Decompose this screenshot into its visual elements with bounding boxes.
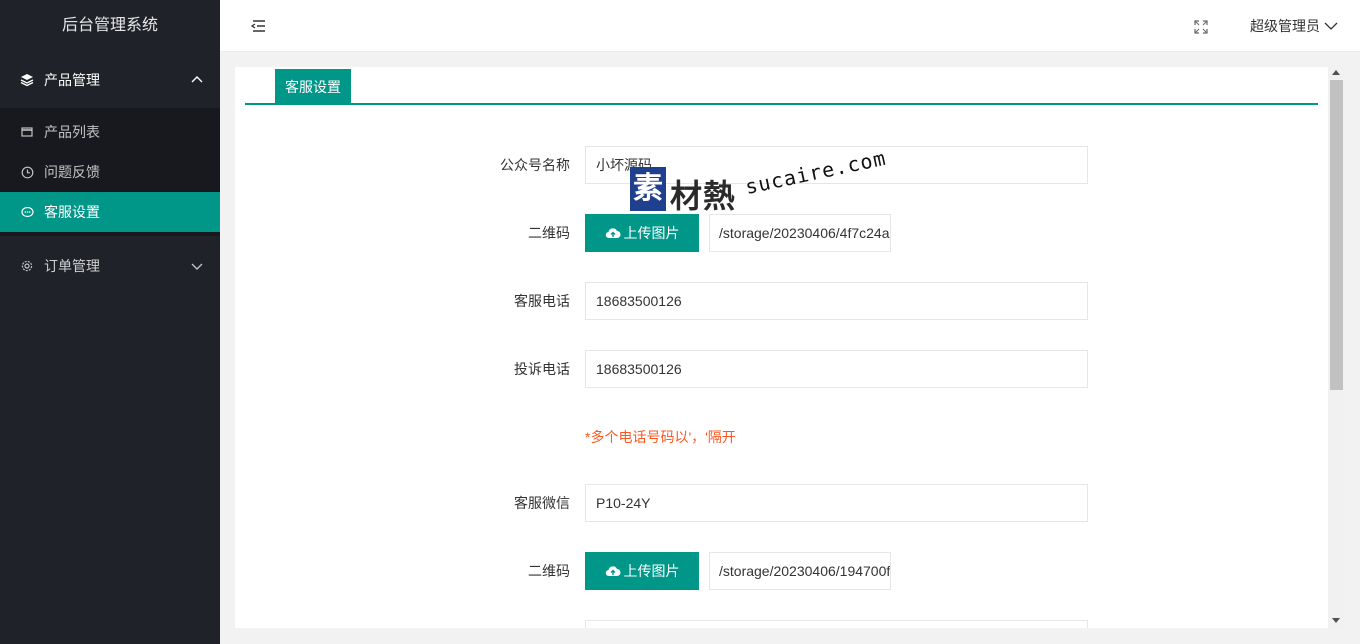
service-phone-label: 客服电话 (514, 293, 570, 309)
user-name: 超级管理员 (1250, 18, 1320, 34)
chevron-down-icon (191, 263, 203, 270)
next-field-input[interactable] (585, 620, 1088, 628)
sidebar-item-label: 客服设置 (44, 204, 100, 220)
form-row-qrcode-2: 二维码 上传图片 /storage/20230406/194700f (235, 552, 1328, 590)
qrcode-label: 二维码 (528, 225, 570, 241)
upload-button-label: 上传图片 (623, 225, 680, 241)
sidebar-submenu-products: 产品列表 问题反馈 客服设置 (0, 108, 220, 236)
sidebar-item-feedback[interactable]: 问题反馈 (0, 152, 220, 192)
phone-hint: *多个电话号码以'，'隔开 (585, 429, 736, 445)
sidebar-item-label: 问题反馈 (44, 164, 100, 180)
scroll-up-arrow-icon[interactable] (1332, 70, 1340, 75)
complaint-phone-input[interactable]: 18683500126 (585, 350, 1088, 388)
wechat-label: 客服微信 (514, 495, 570, 511)
upload-button[interactable]: 上传图片 (585, 552, 699, 590)
scroll-thumb[interactable] (1330, 80, 1343, 390)
qrcode-path-input[interactable]: /storage/20230406/194700f (709, 552, 891, 590)
form-row-wechat: 客服微信 P10-24Y (235, 484, 1328, 522)
sidebar-group-label: 产品管理 (44, 72, 100, 88)
upload-button-label: 上传图片 (623, 563, 680, 579)
sidebar-group-products[interactable]: 产品管理 (0, 52, 220, 108)
chevron-up-icon (191, 76, 203, 83)
header: 超级管理员 (220, 0, 1360, 52)
wechat-input[interactable]: P10-24Y (585, 484, 1088, 522)
layers-icon (20, 73, 34, 87)
sidebar-item-product-list[interactable]: 产品列表 (0, 112, 220, 152)
sidebar-item-label: 产品列表 (44, 124, 100, 140)
fullscreen-icon[interactable] (1194, 20, 1208, 34)
service-phone-input[interactable]: 18683500126 (585, 282, 1088, 320)
user-menu[interactable]: 超级管理员 (1250, 0, 1338, 52)
form-row-next (235, 620, 1328, 628)
app-title: 后台管理系统 (61, 17, 158, 34)
chat-icon (20, 205, 34, 219)
tab-service-settings[interactable]: 客服设置 (275, 69, 351, 105)
account-name-label: 公众号名称 (500, 157, 570, 173)
gear-icon (20, 259, 34, 273)
tab-bar: 客服设置 (245, 67, 1318, 105)
qrcode-label: 二维码 (528, 563, 570, 579)
chevron-down-icon (1324, 22, 1338, 30)
complaint-phone-label: 投诉电话 (514, 361, 570, 377)
sidebar-item-service-settings[interactable]: 客服设置 (0, 192, 220, 232)
sidebar-group-orders[interactable]: 订单管理 (0, 238, 220, 294)
watermark-cn: 材熱 (670, 177, 737, 215)
watermark: 素 材熱 sucaire.com (630, 146, 888, 225)
clock-icon (20, 165, 34, 179)
scroll-down-arrow-icon[interactable] (1332, 618, 1340, 623)
cloud-upload-icon (605, 228, 620, 239)
window-icon (20, 125, 34, 139)
form-row-service-phone: 客服电话 18683500126 (235, 282, 1328, 320)
watermark-mark: 素 (630, 167, 666, 211)
sidebar: 后台管理系统 产品管理 产品列表 问题反馈 客服设置 订单管理 (0, 0, 220, 644)
sidebar-group-label: 订单管理 (44, 258, 100, 274)
menu-fold-icon[interactable] (250, 19, 266, 33)
content-panel: 客服设置 公众号名称 小坏源码 二维码 上传图片 /storage/202304… (235, 67, 1328, 628)
cloud-upload-icon (605, 566, 620, 577)
form-row-complaint-phone: 投诉电话 18683500126 (235, 350, 1328, 388)
scrollbar[interactable] (1328, 67, 1345, 628)
